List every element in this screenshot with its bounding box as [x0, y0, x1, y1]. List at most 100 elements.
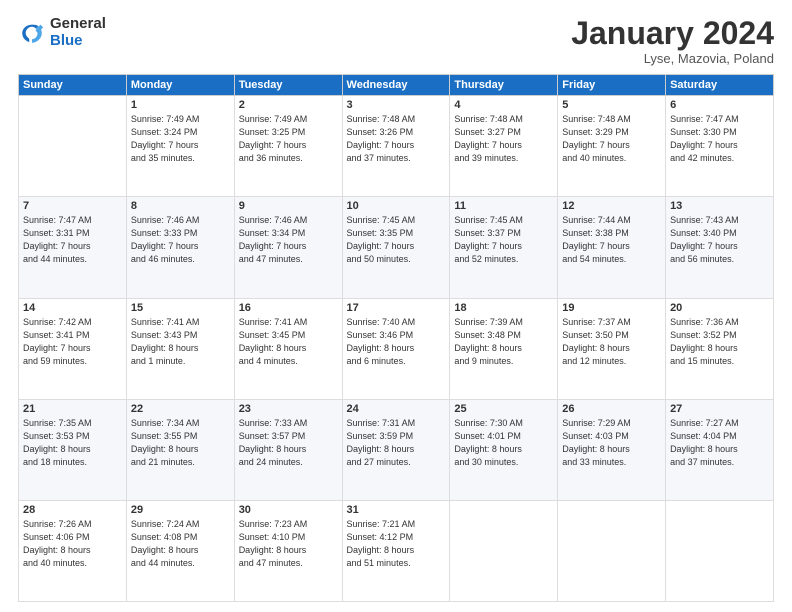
- day-cell: 23 Sunrise: 7:33 AMSunset: 3:57 PMDayligh…: [234, 399, 342, 500]
- day-number: 9: [239, 200, 338, 212]
- week-row-3: 14 Sunrise: 7:42 AMSunset: 3:41 PMDayligh…: [19, 298, 774, 399]
- day-info: Sunrise: 7:48 AMSunset: 3:27 PMDaylight:…: [454, 113, 553, 165]
- day-info: Sunrise: 7:27 AMSunset: 4:04 PMDaylight:…: [670, 417, 769, 469]
- day-number: 10: [347, 200, 446, 212]
- day-number: 14: [23, 302, 122, 314]
- day-info: Sunrise: 7:49 AMSunset: 3:25 PMDaylight:…: [239, 113, 338, 165]
- day-cell: 11 Sunrise: 7:45 AMSunset: 3:37 PMDayligh…: [450, 197, 558, 298]
- day-cell: 26 Sunrise: 7:29 AMSunset: 4:03 PMDayligh…: [558, 399, 666, 500]
- page: General Blue January 2024 Lyse, Mazovia,…: [0, 0, 792, 612]
- day-cell: 4 Sunrise: 7:48 AMSunset: 3:27 PMDaylight…: [450, 96, 558, 197]
- day-cell: 25 Sunrise: 7:30 AMSunset: 4:01 PMDayligh…: [450, 399, 558, 500]
- day-cell: 1 Sunrise: 7:49 AMSunset: 3:24 PMDaylight…: [126, 96, 234, 197]
- week-row-2: 7 Sunrise: 7:47 AMSunset: 3:31 PMDaylight…: [19, 197, 774, 298]
- day-cell: 5 Sunrise: 7:48 AMSunset: 3:29 PMDaylight…: [558, 96, 666, 197]
- day-info: Sunrise: 7:21 AMSunset: 4:12 PMDaylight:…: [347, 518, 446, 570]
- day-info: Sunrise: 7:48 AMSunset: 3:29 PMDaylight:…: [562, 113, 661, 165]
- day-number: 31: [347, 504, 446, 516]
- day-number: 7: [23, 200, 122, 212]
- day-number: 25: [454, 403, 553, 415]
- day-info: Sunrise: 7:33 AMSunset: 3:57 PMDaylight:…: [239, 417, 338, 469]
- day-info: Sunrise: 7:36 AMSunset: 3:52 PMDaylight:…: [670, 316, 769, 368]
- day-number: 29: [131, 504, 230, 516]
- week-row-4: 21 Sunrise: 7:35 AMSunset: 3:53 PMDayligh…: [19, 399, 774, 500]
- day-number: 5: [562, 99, 661, 111]
- weekday-header-wednesday: Wednesday: [342, 75, 450, 96]
- day-info: Sunrise: 7:29 AMSunset: 4:03 PMDaylight:…: [562, 417, 661, 469]
- day-number: 20: [670, 302, 769, 314]
- day-number: 12: [562, 200, 661, 212]
- day-number: 15: [131, 302, 230, 314]
- day-cell: [666, 500, 774, 601]
- day-cell: 31 Sunrise: 7:21 AMSunset: 4:12 PMDayligh…: [342, 500, 450, 601]
- day-cell: 19Sunrise: 7:37 AMSunset: 3:50 PMDayligh…: [558, 298, 666, 399]
- day-info: Sunrise: 7:41 AMSunset: 3:45 PMDaylight:…: [239, 316, 338, 368]
- day-cell: 14 Sunrise: 7:42 AMSunset: 3:41 PMDayligh…: [19, 298, 127, 399]
- day-number: 16: [239, 302, 338, 314]
- day-info: Sunrise: 7:45 AMSunset: 3:37 PMDaylight:…: [454, 214, 553, 266]
- day-cell: [558, 500, 666, 601]
- day-number: 24: [347, 403, 446, 415]
- day-info: Sunrise: 7:35 AMSunset: 3:53 PMDaylight:…: [23, 417, 122, 469]
- day-info: Sunrise: 7:47 AMSunset: 3:30 PMDaylight:…: [670, 113, 769, 165]
- day-number: 18: [454, 302, 553, 314]
- day-info: Sunrise: 7:30 AMSunset: 4:01 PMDaylight:…: [454, 417, 553, 469]
- day-info: Sunrise: 7:49 AMSunset: 3:24 PMDaylight:…: [131, 113, 230, 165]
- day-number: 22: [131, 403, 230, 415]
- day-info: Sunrise: 7:39 AMSunset: 3:48 PMDaylight:…: [454, 316, 553, 368]
- day-number: 21: [23, 403, 122, 415]
- week-row-5: 28Sunrise: 7:26 AMSunset: 4:06 PMDayligh…: [19, 500, 774, 601]
- day-number: 6: [670, 99, 769, 111]
- day-info: Sunrise: 7:31 AMSunset: 3:59 PMDaylight:…: [347, 417, 446, 469]
- day-number: 4: [454, 99, 553, 111]
- day-number: 27: [670, 403, 769, 415]
- day-cell: 22 Sunrise: 7:34 AMSunset: 3:55 PMDayligh…: [126, 399, 234, 500]
- month-title: January 2024: [571, 16, 774, 51]
- day-number: 19: [562, 302, 661, 314]
- day-info: Sunrise: 7:44 AMSunset: 3:38 PMDaylight:…: [562, 214, 661, 266]
- day-info: Sunrise: 7:46 AMSunset: 3:33 PMDaylight:…: [131, 214, 230, 266]
- day-cell: 13Sunrise: 7:43 AMSunset: 3:40 PMDayligh…: [666, 197, 774, 298]
- logo: General Blue: [18, 16, 106, 49]
- day-cell: 29 Sunrise: 7:24 AMSunset: 4:08 PMDayligh…: [126, 500, 234, 601]
- day-cell: 12 Sunrise: 7:44 AMSunset: 3:38 PMDayligh…: [558, 197, 666, 298]
- day-cell: 21 Sunrise: 7:35 AMSunset: 3:53 PMDayligh…: [19, 399, 127, 500]
- day-number: 3: [347, 99, 446, 111]
- day-info: Sunrise: 7:34 AMSunset: 3:55 PMDaylight:…: [131, 417, 230, 469]
- location: Lyse, Mazovia, Poland: [571, 51, 774, 66]
- day-info: Sunrise: 7:24 AMSunset: 4:08 PMDaylight:…: [131, 518, 230, 570]
- day-cell: 24 Sunrise: 7:31 AMSunset: 3:59 PMDayligh…: [342, 399, 450, 500]
- day-number: 11: [454, 200, 553, 212]
- day-cell: 3Sunrise: 7:48 AMSunset: 3:26 PMDaylight…: [342, 96, 450, 197]
- day-cell: 17 Sunrise: 7:40 AMSunset: 3:46 PMDayligh…: [342, 298, 450, 399]
- day-number: 1: [131, 99, 230, 111]
- day-cell: 9Sunrise: 7:46 AMSunset: 3:34 PMDaylight…: [234, 197, 342, 298]
- weekday-header-thursday: Thursday: [450, 75, 558, 96]
- logo-text: General Blue: [50, 16, 106, 49]
- day-info: Sunrise: 7:45 AMSunset: 3:35 PMDaylight:…: [347, 214, 446, 266]
- day-cell: 8 Sunrise: 7:46 AMSunset: 3:33 PMDaylight…: [126, 197, 234, 298]
- day-cell: 6 Sunrise: 7:47 AMSunset: 3:30 PMDaylight…: [666, 96, 774, 197]
- logo-blue: Blue: [50, 33, 106, 50]
- day-cell: [450, 500, 558, 601]
- week-row-1: 1 Sunrise: 7:49 AMSunset: 3:24 PMDaylight…: [19, 96, 774, 197]
- day-cell: 28Sunrise: 7:26 AMSunset: 4:06 PMDayligh…: [19, 500, 127, 601]
- day-info: Sunrise: 7:23 AMSunset: 4:10 PMDaylight:…: [239, 518, 338, 570]
- day-info: Sunrise: 7:47 AMSunset: 3:31 PMDaylight:…: [23, 214, 122, 266]
- day-info: Sunrise: 7:43 AMSunset: 3:40 PMDaylight:…: [670, 214, 769, 266]
- day-info: Sunrise: 7:42 AMSunset: 3:41 PMDaylight:…: [23, 316, 122, 368]
- logo-general: General: [50, 16, 106, 33]
- day-info: Sunrise: 7:40 AMSunset: 3:46 PMDaylight:…: [347, 316, 446, 368]
- logo-icon: [18, 19, 46, 47]
- day-cell: 27 Sunrise: 7:27 AMSunset: 4:04 PMDayligh…: [666, 399, 774, 500]
- day-number: 26: [562, 403, 661, 415]
- day-number: 8: [131, 200, 230, 212]
- title-block: January 2024 Lyse, Mazovia, Poland: [571, 16, 774, 66]
- weekday-header-friday: Friday: [558, 75, 666, 96]
- day-cell: 16 Sunrise: 7:41 AMSunset: 3:45 PMDayligh…: [234, 298, 342, 399]
- day-cell: 30Sunrise: 7:23 AMSunset: 4:10 PMDayligh…: [234, 500, 342, 601]
- day-number: 17: [347, 302, 446, 314]
- day-number: 23: [239, 403, 338, 415]
- day-info: Sunrise: 7:41 AMSunset: 3:43 PMDaylight:…: [131, 316, 230, 368]
- weekday-header-row: SundayMondayTuesdayWednesdayThursdayFrid…: [19, 75, 774, 96]
